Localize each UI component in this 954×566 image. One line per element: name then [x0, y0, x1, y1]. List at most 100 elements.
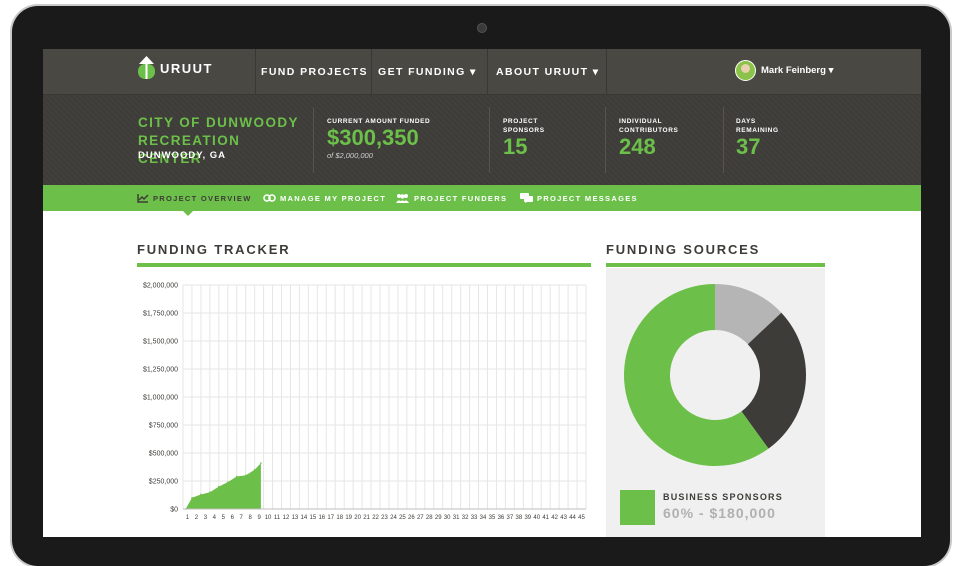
x-tick-label: 6: [231, 515, 235, 521]
logo[interactable]: URUUT: [137, 55, 213, 82]
funding-sources-title: FUNDING SOURCES: [606, 242, 761, 257]
x-tick-label: 16: [318, 515, 325, 521]
user-name: Mark Feinberg ▾: [761, 65, 834, 76]
avatar: [735, 60, 756, 81]
x-tick-label: 19: [345, 515, 352, 521]
x-tick-label: 43: [560, 515, 567, 521]
tab-label: MANAGE MY PROJECT: [280, 193, 387, 203]
data-point: [244, 474, 247, 477]
brand-name: URUUT: [160, 61, 213, 76]
nav-divider: [255, 49, 256, 94]
nav-get-funding[interactable]: GET FUNDING ▾: [378, 49, 477, 94]
x-tick-label: 13: [292, 515, 299, 521]
data-point: [218, 485, 220, 488]
funding-sources-underline: [606, 263, 825, 267]
x-tick-label: 36: [498, 515, 505, 521]
stat-divider: [489, 107, 490, 173]
y-tick-label: $1,250,000: [143, 367, 178, 374]
x-tick-label: 9: [257, 515, 261, 521]
tab-label: PROJECT MESSAGES: [537, 193, 638, 203]
x-tick-label: 25: [399, 515, 406, 521]
x-tick-label: 32: [462, 515, 469, 521]
stat-divider: [723, 107, 724, 173]
people-icon: [396, 194, 409, 203]
tab-project-overview[interactable]: PROJECT OVERVIEW: [137, 185, 252, 211]
x-tick-label: 34: [480, 515, 487, 521]
x-tick-label: 27: [417, 515, 424, 521]
x-tick-label: 15: [310, 515, 317, 521]
x-tick-label: 40: [533, 515, 540, 521]
data-point: [253, 469, 256, 471]
link-icon: [263, 194, 276, 202]
stat-divider: [605, 107, 606, 173]
x-tick-label: 5: [222, 515, 226, 521]
sponsors-label: PROJECT SPONSORS: [503, 118, 545, 134]
x-tick-label: 21: [363, 515, 370, 521]
tab-manage-my-project[interactable]: MANAGE MY PROJECT: [263, 185, 386, 211]
x-tick-label: 4: [213, 515, 217, 521]
funding-goal: of $2,000,000: [327, 151, 373, 160]
nav-divider: [487, 49, 488, 94]
y-tick-label: $1,000,000: [143, 395, 178, 402]
contributors-label: INDIVIDUAL CONTRIBUTORS: [619, 118, 679, 134]
top-navigation: URUUT FUND PROJECTS GET FUNDING ▾ ABOUT …: [43, 49, 921, 95]
funding-tracker-svg: $0 $250,000 $500,000 $750,000 $1,000,000 $1,2…: [143, 283, 587, 521]
x-tick-label: 17: [327, 515, 334, 521]
y-tick-label: $1,750,000: [143, 311, 178, 318]
x-tick-label: 10: [265, 515, 272, 521]
x-tick-label: 41: [542, 515, 549, 521]
funding-tracker-underline: [137, 263, 591, 267]
x-tick-label: 1: [186, 515, 190, 521]
y-tick-label: $750,000: [149, 423, 178, 430]
user-menu[interactable]: Mark Feinberg ▾: [735, 60, 833, 81]
nav-divider: [371, 49, 372, 94]
x-tick-label: 38: [515, 515, 522, 521]
tab-project-messages[interactable]: PROJECT MESSAGES: [520, 185, 638, 211]
data-point: [260, 462, 262, 464]
nav-fund-projects[interactable]: FUND PROJECTS: [261, 49, 368, 94]
project-header: CITY OF DUNWOODY RECREATION CENTER DUNWO…: [43, 95, 921, 185]
x-tick-label: 8: [248, 515, 252, 521]
days-remaining-value: 37: [736, 134, 761, 159]
x-tick-label: 45: [578, 515, 585, 521]
days-remaining-label: DAYS REMAINING: [736, 118, 779, 134]
x-tick-label: 14: [301, 515, 308, 521]
x-tick-label: 3: [204, 515, 208, 521]
stat-divider: [313, 107, 314, 173]
x-tick-label: 33: [471, 515, 478, 521]
active-tab-pointer: [181, 209, 195, 216]
x-tick-label: 35: [489, 515, 496, 521]
chat-icon: [520, 193, 533, 203]
funding-tracker-chart: $0 $250,000 $500,000 $750,000 $1,000,000 $1,2…: [128, 279, 593, 537]
x-tick-label: 28: [426, 515, 433, 521]
x-tick-label: 31: [453, 515, 460, 521]
data-point: [226, 481, 229, 483]
x-tick-label: 39: [524, 515, 531, 521]
data-point: [200, 493, 202, 496]
y-tick-label: $500,000: [149, 451, 178, 458]
y-tick-label: $1,500,000: [143, 339, 178, 346]
x-tick-label: 22: [372, 515, 379, 521]
x-tick-label: 20: [354, 515, 361, 521]
x-tick-label: 44: [569, 515, 576, 521]
data-point: [191, 497, 193, 499]
nav-about-uruut[interactable]: ABOUT URUUT ▾: [496, 49, 599, 94]
y-tick-label: $0: [170, 507, 178, 514]
project-tabs: PROJECT OVERVIEW MANAGE MY PROJECT PROJE…: [43, 185, 921, 211]
data-point: [209, 491, 211, 493]
x-tick-label: 18: [336, 515, 343, 521]
legend-business-sponsors-value: 60% - $180,000: [663, 505, 776, 521]
funding-sources-donut: [624, 284, 806, 466]
nav-divider: [606, 49, 607, 94]
x-tick-label: 2: [195, 515, 199, 521]
x-tick-label: 26: [408, 515, 415, 521]
legend-business-sponsors: BUSINESS SPONSORS: [663, 492, 783, 502]
tab-label: PROJECT FUNDERS: [414, 193, 508, 203]
funding-area-series: [185, 463, 261, 509]
tab-project-funders[interactable]: PROJECT FUNDERS: [395, 185, 507, 211]
x-tick-label: 37: [507, 515, 514, 521]
data-point: [235, 475, 238, 478]
x-tick-label: 29: [435, 515, 442, 521]
x-tick-label: 24: [390, 515, 397, 521]
webcam-icon: [477, 23, 487, 33]
